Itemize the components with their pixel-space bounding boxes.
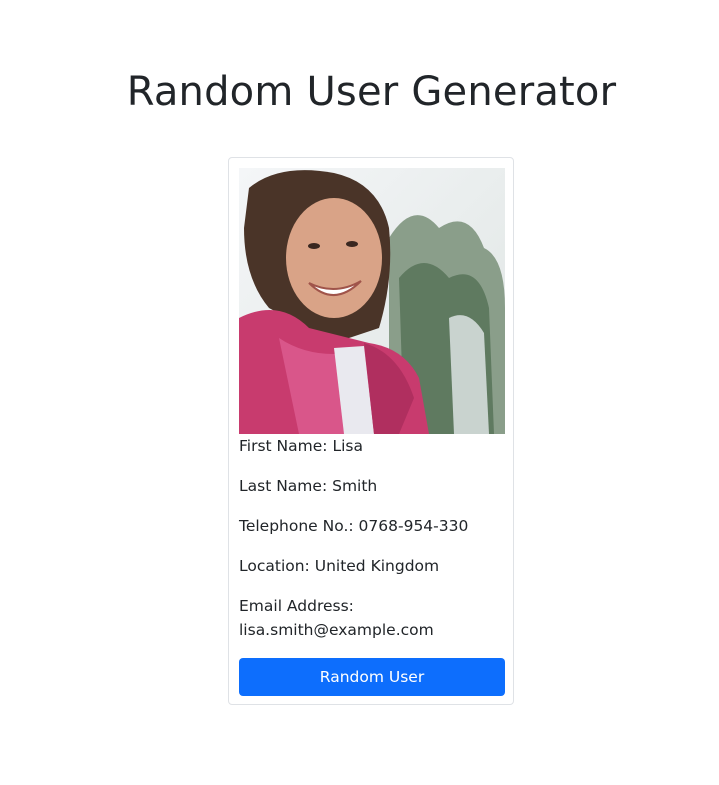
user-card: First Name: Lisa Last Name: Smith Teleph… (228, 157, 514, 705)
last-name-label: Last Name: (239, 477, 328, 495)
email-label: Email Address: (239, 597, 354, 615)
random-user-button[interactable]: Random User (239, 658, 505, 696)
user-photo (239, 168, 505, 434)
first-name-value: Lisa (332, 437, 363, 455)
page: Random User Generator First Name: Lisa L… (0, 0, 719, 785)
email-value: lisa.smith@example.com (239, 621, 434, 639)
page-title: Random User Generator (126, 69, 617, 115)
location-value: United Kingdom (314, 557, 440, 575)
first-name-field: First Name: Lisa (239, 434, 505, 458)
telephone-label: Telephone No.: (239, 517, 354, 535)
last-name-field: Last Name: Smith (239, 474, 505, 498)
first-name-label: First Name: (239, 437, 328, 455)
location-label: Location: (239, 557, 310, 575)
email-field: Email Address: lisa.smith@example.com (239, 594, 505, 642)
telephone-value: 0768-954-330 (358, 517, 469, 535)
location-field: Location: United Kingdom (239, 554, 505, 578)
telephone-field: Telephone No.: 0768-954-330 (239, 514, 505, 538)
last-name-value: Smith (332, 477, 378, 495)
